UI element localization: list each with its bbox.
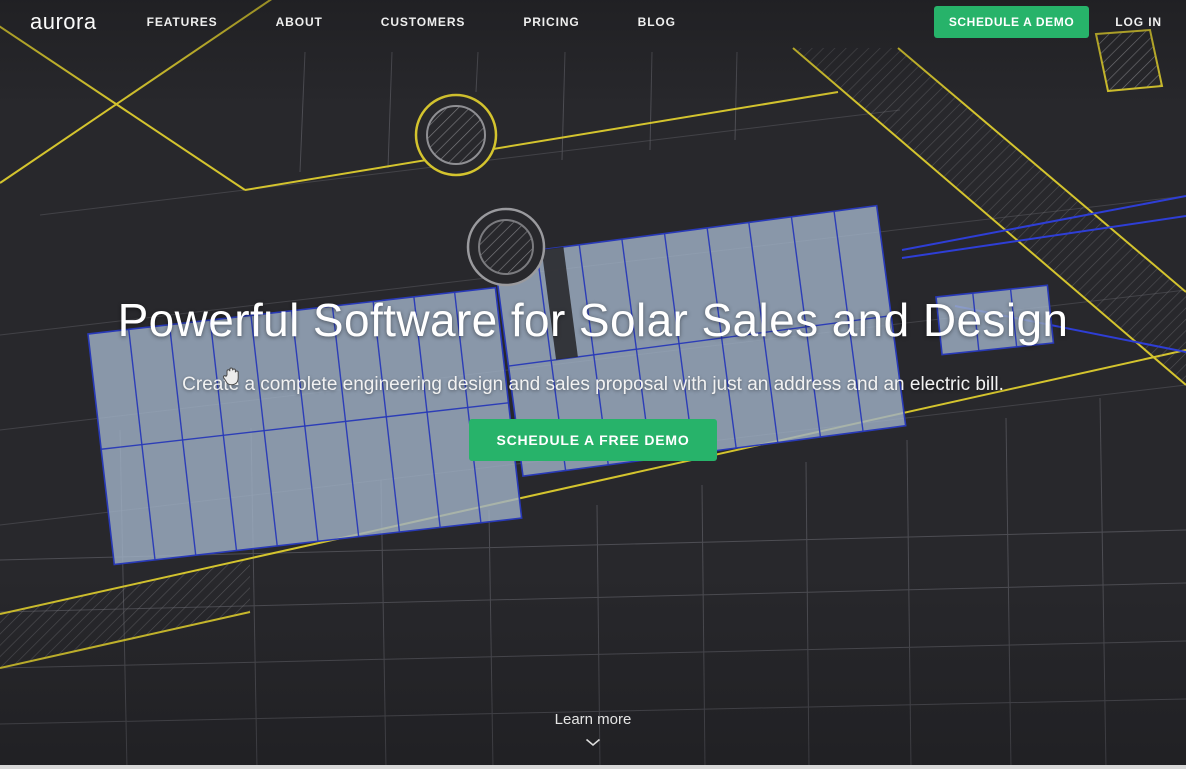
schedule-free-demo-button[interactable]: SCHEDULE A FREE DEMO xyxy=(469,419,716,461)
aurora-landing-page: aurora FEATURES ABOUT CUSTOMERS PRICING … xyxy=(0,0,1186,769)
nav-item-about[interactable]: ABOUT xyxy=(276,15,323,29)
tree-marker-gray xyxy=(468,209,544,285)
brand-logo[interactable]: aurora xyxy=(30,9,97,35)
hero-section: Powerful Software for Solar Sales and De… xyxy=(0,293,1186,461)
hero-title: Powerful Software for Solar Sales and De… xyxy=(0,293,1186,347)
nav-item-pricing[interactable]: PRICING xyxy=(523,15,579,29)
log-in-link[interactable]: LOG IN xyxy=(1115,15,1162,29)
main-nav: FEATURES ABOUT CUSTOMERS PRICING BLOG xyxy=(147,15,676,29)
nav-item-customers[interactable]: CUSTOMERS xyxy=(381,15,466,29)
top-navigation: aurora FEATURES ABOUT CUSTOMERS PRICING … xyxy=(0,0,1186,44)
learn-more: Learn more xyxy=(0,711,1186,747)
nav-item-blog[interactable]: BLOG xyxy=(638,15,676,29)
schedule-demo-button[interactable]: SCHEDULE A DEMO xyxy=(934,6,1089,38)
nav-right: SCHEDULE A DEMO LOG IN xyxy=(934,6,1162,38)
tree-marker-yellow xyxy=(416,95,496,175)
hero-subtitle: Create a complete engineering design and… xyxy=(0,374,1186,396)
next-section-edge xyxy=(0,765,1186,769)
nav-item-features[interactable]: FEATURES xyxy=(147,15,218,29)
learn-more-link[interactable]: Learn more xyxy=(555,711,632,728)
chevron-down-icon[interactable] xyxy=(585,738,601,747)
